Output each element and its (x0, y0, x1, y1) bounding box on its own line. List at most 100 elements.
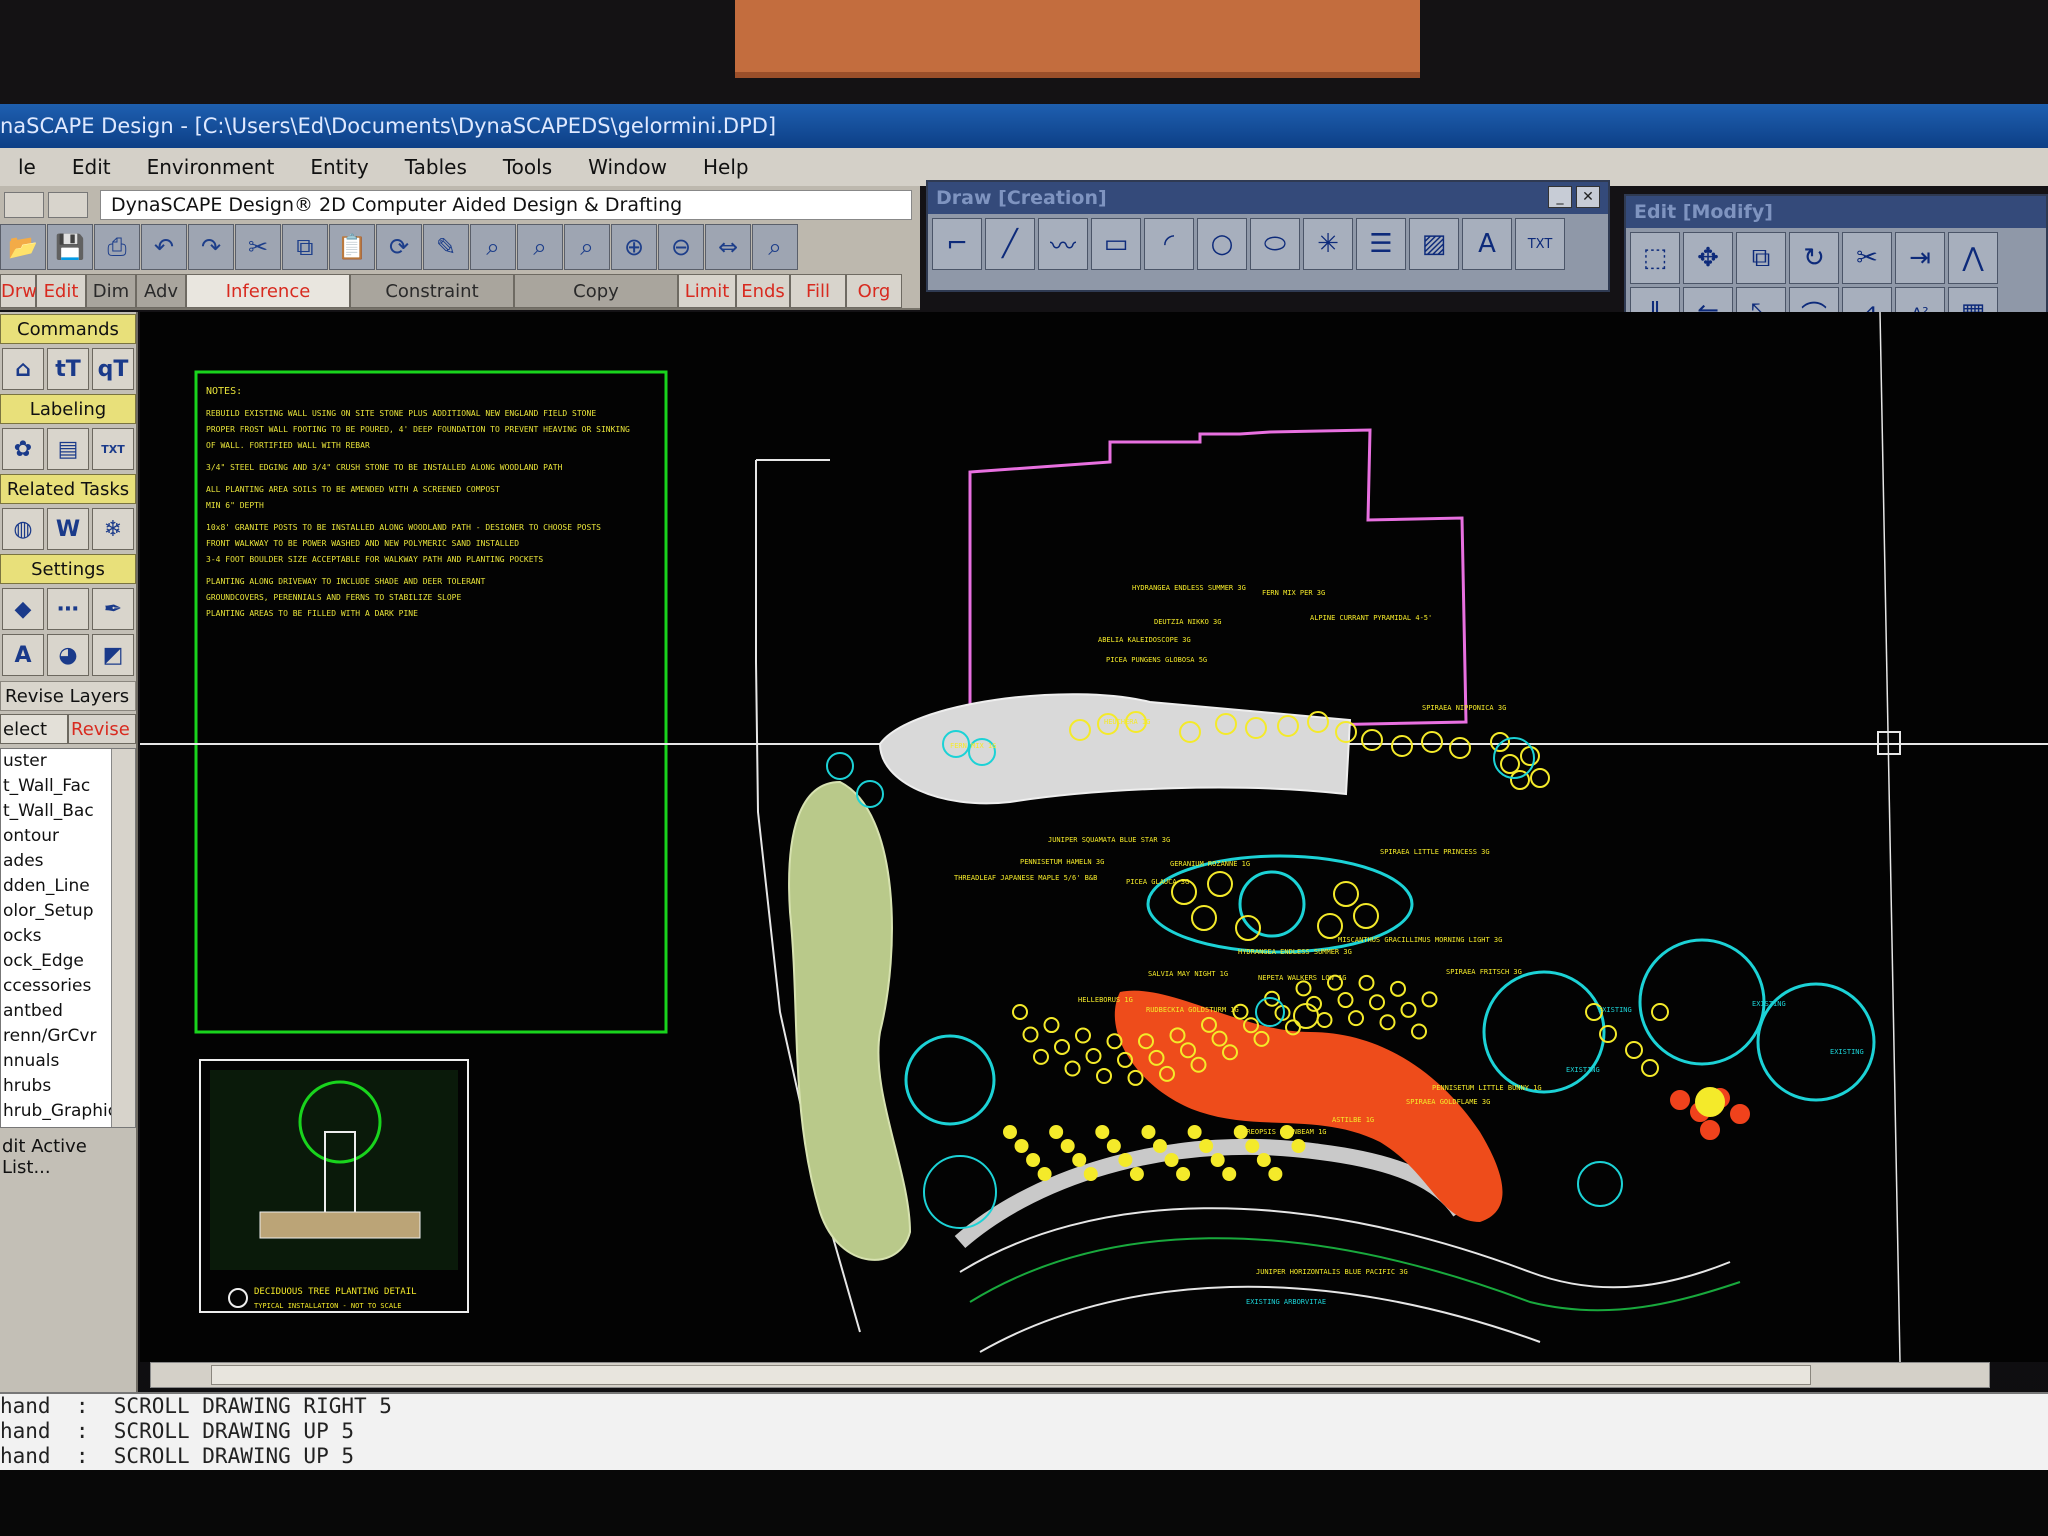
hatch-settings-icon[interactable]: ◩ (92, 634, 134, 676)
menu-file[interactable]: le (0, 148, 54, 186)
save-icon[interactable]: 💾 (47, 224, 93, 270)
toolbar-restore-button[interactable] (48, 192, 88, 218)
open-folder-icon[interactable]: 📂 (0, 224, 46, 270)
red-perennial-symbol (1730, 1104, 1750, 1124)
tt-text-button[interactable]: tT (47, 348, 89, 390)
select-icon[interactable]: ⬚ (1630, 232, 1680, 284)
rectangle-icon[interactable]: ▭ (1091, 218, 1141, 270)
redo-icon[interactable]: ↷ (188, 224, 234, 270)
line-icon[interactable]: ╱ (985, 218, 1035, 270)
text-tool-icon[interactable]: A (1462, 218, 1512, 270)
menu-edit[interactable]: Edit (54, 148, 129, 186)
point-icon[interactable]: ✳ (1303, 218, 1353, 270)
toolbar-minimize-button[interactable] (4, 192, 44, 218)
zoom-in-icon[interactable]: ⊕ (611, 224, 657, 270)
move-icon[interactable]: ✥ (1683, 232, 1733, 284)
select-button[interactable]: elect (0, 714, 68, 744)
break-icon[interactable]: ⋀ (1948, 232, 1998, 284)
trim-icon[interactable]: ✂ (1842, 232, 1892, 284)
revise-button[interactable]: Revise (68, 714, 136, 744)
tab-copy[interactable]: Copy (514, 274, 678, 308)
tab-inference[interactable]: Inference (186, 274, 350, 308)
tab-ends[interactable]: Ends (736, 274, 790, 308)
qt-text-button[interactable]: qT (92, 348, 134, 390)
pan-icon[interactable]: ⇔ (705, 224, 751, 270)
txt-tool-icon[interactable]: TXT (1515, 218, 1565, 270)
horizontal-scroll-thumb[interactable] (211, 1365, 1811, 1385)
layer-list-scrollbar[interactable] (111, 749, 135, 1127)
flower-icon[interactable]: ✿ (2, 428, 44, 470)
hatch-icon[interactable]: ☰ (1356, 218, 1406, 270)
undo-icon[interactable]: ↶ (141, 224, 187, 270)
draw-palette-minimize-button[interactable]: _ (1548, 186, 1572, 208)
zoom-previous-icon[interactable]: ⌕ (564, 224, 610, 270)
pen-tool-icon[interactable]: ✎ (423, 224, 469, 270)
txt-label-button[interactable]: TXT (92, 428, 134, 470)
tab-adv[interactable]: Adv (136, 274, 186, 308)
font-icon[interactable]: A (2, 634, 44, 676)
tab-fill[interactable]: Fill (790, 274, 846, 308)
zoom-extents-icon[interactable]: ⌕ (517, 224, 563, 270)
zoom-all-icon[interactable]: ⌕ (752, 224, 798, 270)
ellipse-icon[interactable]: ⬭ (1250, 218, 1300, 270)
curve-icon[interactable]: 〰 (1038, 218, 1088, 270)
notes-block: REBUILD EXISTING WALL USING ON SITE STON… (206, 409, 630, 618)
window-title-bar[interactable]: naSCAPE Design - [C:\Users\Ed\Documents\… (0, 104, 2048, 148)
copy-icon[interactable]: ⧉ (282, 224, 328, 270)
commands-header[interactable]: Commands (0, 314, 136, 344)
word-doc-icon[interactable]: W (47, 508, 89, 550)
tab-drw[interactable]: Drw (0, 274, 37, 308)
edit-palette-title[interactable]: Edit [Modify] (1626, 196, 2046, 228)
tab-constraint[interactable]: Constraint (350, 274, 514, 308)
drawing-canvas[interactable]: NOTES: REBUILD EXISTING WALL USING ON SI… (140, 312, 2048, 1362)
menu-environment[interactable]: Environment (129, 148, 293, 186)
brush-icon[interactable]: ⌂ (2, 348, 44, 390)
fill-pattern-icon[interactable]: ▨ (1409, 218, 1459, 270)
groundcover-symbol (1060, 1139, 1075, 1153)
color-wheel-icon[interactable]: ◕ (47, 634, 89, 676)
perennial-symbol (1369, 994, 1385, 1011)
draw-palette-close-button[interactable]: ✕ (1576, 186, 1600, 208)
labeling-header[interactable]: Labeling (0, 394, 136, 424)
deck-icon[interactable]: ▤ (47, 428, 89, 470)
layer-icon[interactable]: ◆ (2, 588, 44, 630)
shrub-symbol (1449, 737, 1471, 759)
zoom-window-icon[interactable]: ⌕ (470, 224, 516, 270)
tab-dim[interactable]: Dim (86, 274, 136, 308)
paste-icon[interactable]: 📋 (329, 224, 375, 270)
edit-active-list-link[interactable]: dit Active List... (0, 1128, 136, 1186)
menu-tables[interactable]: Tables (387, 148, 485, 186)
polyline-icon[interactable]: ⌐ (932, 218, 982, 270)
revise-layers-label[interactable]: Revise Layers (0, 681, 136, 711)
cut-icon[interactable]: ✂ (235, 224, 281, 270)
regen-icon[interactable]: ⟳ (376, 224, 422, 270)
tab-limit[interactable]: Limit (678, 274, 736, 308)
copy-entity-icon[interactable]: ⧉ (1736, 232, 1786, 284)
arc-icon[interactable]: ◜ (1144, 218, 1194, 270)
draw-palette-title[interactable]: Draw [Creation] (928, 182, 1608, 214)
related-tasks-header[interactable]: Related Tasks (0, 474, 136, 504)
circle-icon[interactable]: ○ (1197, 218, 1247, 270)
settings-header[interactable]: Settings (0, 554, 136, 584)
print-icon[interactable]: ⎙ (94, 224, 140, 270)
snowflake-icon[interactable]: ❄ (92, 508, 134, 550)
menu-help[interactable]: Help (685, 148, 767, 186)
linetype-icon[interactable]: ⋯ (47, 588, 89, 630)
horizontal-scrollbar[interactable] (150, 1362, 1990, 1388)
note-line: 10x8' GRANITE POSTS TO BE INSTALLED ALON… (206, 523, 601, 532)
menu-entity[interactable]: Entity (292, 148, 386, 186)
tab-edit[interactable]: Edit (36, 274, 86, 308)
perennial-symbol (1353, 903, 1379, 929)
perennial-symbol (1085, 1048, 1102, 1065)
rotate-icon[interactable]: ↻ (1789, 232, 1839, 284)
menu-tools[interactable]: Tools (485, 148, 570, 186)
extend-icon[interactable]: ⇥ (1895, 232, 1945, 284)
tab-org[interactable]: Org (846, 274, 902, 308)
pen-icon[interactable]: ✒ (92, 588, 134, 630)
zoom-out-icon[interactable]: ⊖ (658, 224, 704, 270)
perennial-symbol (1117, 1051, 1133, 1068)
menu-window[interactable]: Window (570, 148, 685, 186)
layer-list[interactable]: uster t_Wall_Fac t_Wall_Bac ontour ades … (0, 748, 136, 1128)
groundcover-symbol (1199, 1139, 1214, 1153)
globe-icon[interactable]: ◍ (2, 508, 44, 550)
